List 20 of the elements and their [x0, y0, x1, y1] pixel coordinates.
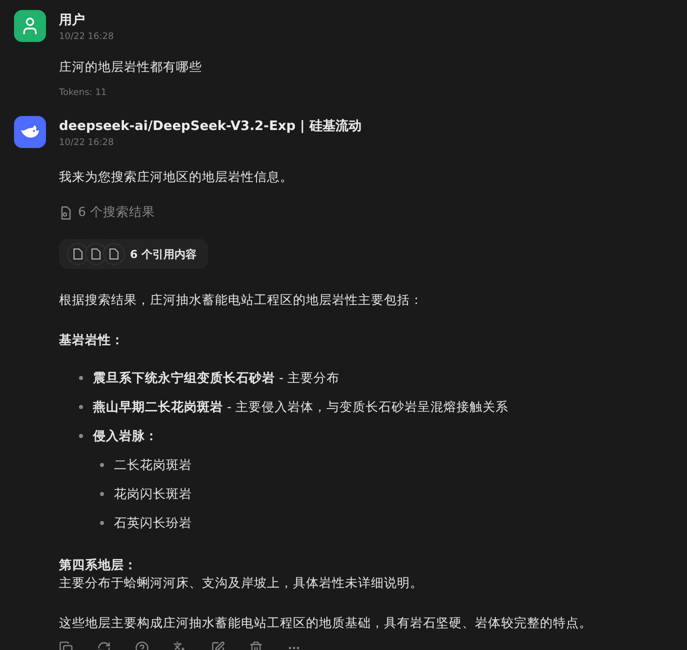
- list-item: 燕山早期二长花岗斑岩 - 主要侵入岩体，与变质长石砂岩呈混熔接触关系: [93, 398, 508, 416]
- author-name: deepseek-ai/DeepSeek-V3.2-Exp | 硅基流动: [59, 118, 362, 135]
- list-item: 石英闪长玢岩: [114, 514, 192, 532]
- search-results-link[interactable]: 6 个搜索结果: [78, 204, 155, 221]
- token-count: Tokens: 11: [59, 88, 108, 98]
- list-item: 震旦系下统永宁组变质长石砂岩 - 主要分布: [93, 369, 340, 387]
- message-text: 根据搜索结果，庄河抽水蓄能电站工程区的地层岩性主要包括：: [59, 291, 424, 309]
- citations-button[interactable]: 6 个引用内容: [59, 239, 208, 269]
- section-heading: 基岩岩性：: [59, 331, 125, 349]
- author-name: 用户: [59, 12, 86, 29]
- message-text: 我来为您搜索庄河地区的地层岩性信息。: [59, 168, 294, 186]
- list-item: 二长花岗斑岩: [114, 456, 192, 474]
- message-text: 主要分布于蛤蜊河河床、支沟及岸坡上，具体岩性未详细说明。: [59, 574, 424, 592]
- message-text: 庄河的地层岩性都有哪些: [59, 58, 203, 76]
- section-heading: 第四系地层：: [59, 556, 138, 574]
- message-text: 这些地层主要构成庄河抽水蓄能电站工程区的地质基础，具有岩石坚硬、岩体较完整的特点。: [59, 614, 593, 632]
- message-time: 10/22 16:28: [59, 138, 115, 148]
- list-item: 花岗闪长斑岩: [114, 485, 192, 503]
- message-time: 10/22 16:28: [59, 32, 115, 42]
- list-item: 侵入岩脉：: [93, 427, 158, 445]
